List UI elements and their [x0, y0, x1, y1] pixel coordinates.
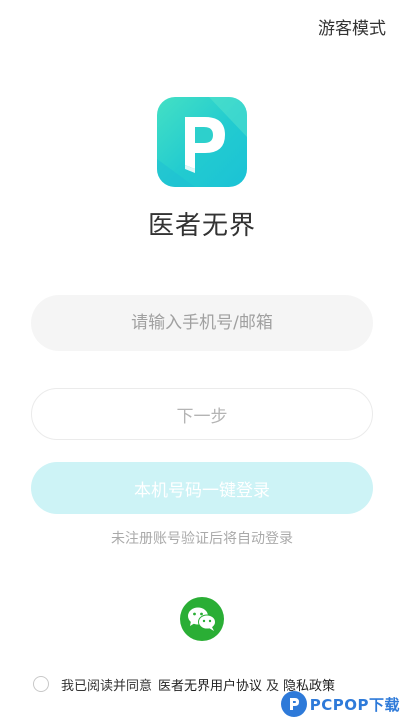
app-logo: [157, 97, 247, 187]
auto-register-hint: 未注册账号验证后将自动登录: [111, 531, 293, 547]
wechat-icon: [188, 607, 216, 631]
agreement-and: 及: [266, 678, 280, 694]
agreement-prefix: 我已阅读并同意: [61, 678, 153, 694]
watermark-text: PCPOP下载: [309, 695, 400, 714]
phone-email-input[interactable]: [31, 295, 373, 351]
app-name: 医者无界: [147, 211, 256, 241]
pcpop-logo-icon: [280, 691, 307, 717]
p-letter-logo-icon: [157, 97, 247, 187]
wechat-login-button[interactable]: [180, 597, 224, 641]
guest-mode-link[interactable]: 游客模式: [318, 14, 386, 39]
one-key-login-button[interactable]: 本机号码一键登录: [31, 462, 373, 514]
next-step-button[interactable]: 下一步: [31, 388, 373, 440]
user-agreement-link[interactable]: 医者无界用户协议: [158, 675, 262, 694]
watermark: PCPOP下载: [280, 691, 400, 717]
agreement-checkbox[interactable]: [33, 676, 49, 692]
